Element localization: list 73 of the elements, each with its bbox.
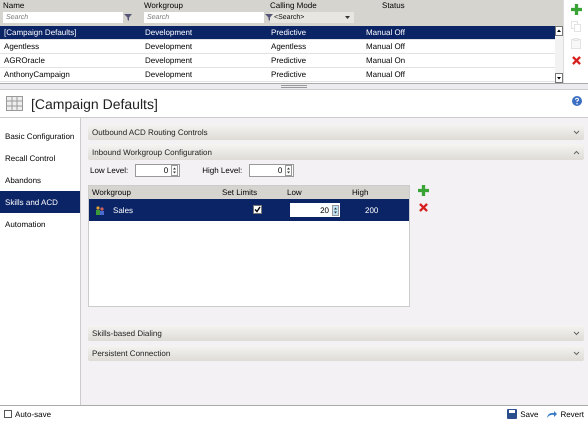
floppy-icon xyxy=(507,409,518,419)
collapse-icon[interactable] xyxy=(573,150,580,154)
add-icon[interactable] xyxy=(418,185,429,196)
section-header[interactable]: Inbound Workgroup Configuration xyxy=(88,144,584,160)
people-icon xyxy=(95,206,105,214)
column-header: Low xyxy=(287,188,303,197)
number-field[interactable]: 20 xyxy=(290,203,340,217)
nav-item[interactable]: Recall Control xyxy=(0,147,80,169)
expand-icon[interactable] xyxy=(573,330,580,336)
add-icon[interactable] xyxy=(570,4,582,15)
table-cell-text: 200 xyxy=(364,206,380,214)
number-field[interactable]: 0 xyxy=(249,164,294,177)
scroll-down-icon[interactable] xyxy=(555,73,563,83)
column-header: Workgroup xyxy=(144,1,184,10)
number-field[interactable]: 0 xyxy=(135,164,180,177)
table-cell-text: Development xyxy=(145,70,194,79)
expand-icon[interactable] xyxy=(573,130,580,134)
section-header[interactable]: Skills-based Dialing xyxy=(88,325,584,341)
column-header: High xyxy=(352,188,370,197)
save-button[interactable]: Save xyxy=(507,409,538,419)
help-icon[interactable] xyxy=(572,96,582,106)
column-header: Name xyxy=(3,1,26,10)
table-cell-text: AGROracle xyxy=(4,56,46,65)
spinner-arrows-icon[interactable] xyxy=(285,165,292,176)
spinner-arrows-icon[interactable] xyxy=(171,165,178,176)
table-cell-text: Predictive xyxy=(271,70,308,79)
checkbox[interactable] xyxy=(253,205,262,214)
nav-item[interactable]: Automation xyxy=(0,213,80,235)
column-header: Calling Mode xyxy=(270,1,318,10)
table-cell-text: Predictive xyxy=(271,56,308,65)
delete-icon[interactable] xyxy=(418,202,429,213)
field-label: Low Level: xyxy=(90,166,128,175)
autosave-checkbox[interactable]: Auto-save xyxy=(4,410,52,418)
column-header: Set Limits xyxy=(222,188,258,197)
table-row[interactable]: AnthonyCampaign Development Predictive Manual Off xyxy=(0,68,555,82)
section-header[interactable]: Persistent Connection xyxy=(88,345,584,361)
table-cell-text: Development xyxy=(145,56,194,65)
table-row[interactable]: Agentless Development Agentless Manual Off xyxy=(0,40,555,54)
undo-arrow-icon xyxy=(546,410,558,418)
table-cell-text: Development xyxy=(145,28,194,37)
splitter-grip-icon[interactable] xyxy=(281,85,307,88)
column-header: Status xyxy=(382,1,406,10)
table-cell-text: Agentless xyxy=(4,42,40,51)
column-header: Workgroup xyxy=(92,188,132,197)
table-cell-text: Development xyxy=(145,42,194,51)
table-cell-text: [Campaign Defaults] xyxy=(4,28,78,37)
table-cell-text: Manual Off xyxy=(366,70,406,79)
nav-item[interactable]: Skills and ACD xyxy=(0,191,80,213)
table-cell-text: Manual Off xyxy=(366,42,406,51)
delete-icon[interactable] xyxy=(570,55,582,66)
table-row[interactable]: Sales 20 200 xyxy=(89,199,409,221)
revert-button[interactable]: Revert xyxy=(546,409,584,419)
filter-icon[interactable] xyxy=(124,13,133,22)
page-title: [Campaign Defaults] xyxy=(31,96,158,112)
expand-icon[interactable] xyxy=(573,350,580,356)
nav-item[interactable]: Abandons xyxy=(0,169,80,191)
scroll-up-icon[interactable] xyxy=(555,26,563,36)
spinner-arrows-icon[interactable] xyxy=(332,204,339,216)
table-cell-text: Manual On xyxy=(366,56,406,65)
filter-icon[interactable] xyxy=(265,13,274,22)
table-cell-text: Predictive xyxy=(271,28,308,37)
table-cell-text: AnthonyCampaign xyxy=(4,70,71,79)
table-cell-text: Manual Off xyxy=(366,28,406,37)
grid-icon xyxy=(6,96,23,111)
table-row[interactable]: [Campaign Defaults] Development Predictive Manual Off xyxy=(0,26,555,40)
field-label: High Level: xyxy=(202,166,242,175)
dropdown-arrow-icon xyxy=(345,16,350,19)
scrollbar[interactable] xyxy=(555,26,563,83)
nav-item[interactable]: Basic Configuration xyxy=(0,125,80,147)
table-row[interactable]: AGROracle Development Predictive Manual On xyxy=(0,54,555,68)
table-cell: Sales xyxy=(113,206,134,214)
section-header[interactable]: Outbound ACD Routing Controls xyxy=(88,124,584,140)
table-cell-text: Agentless xyxy=(271,42,308,51)
